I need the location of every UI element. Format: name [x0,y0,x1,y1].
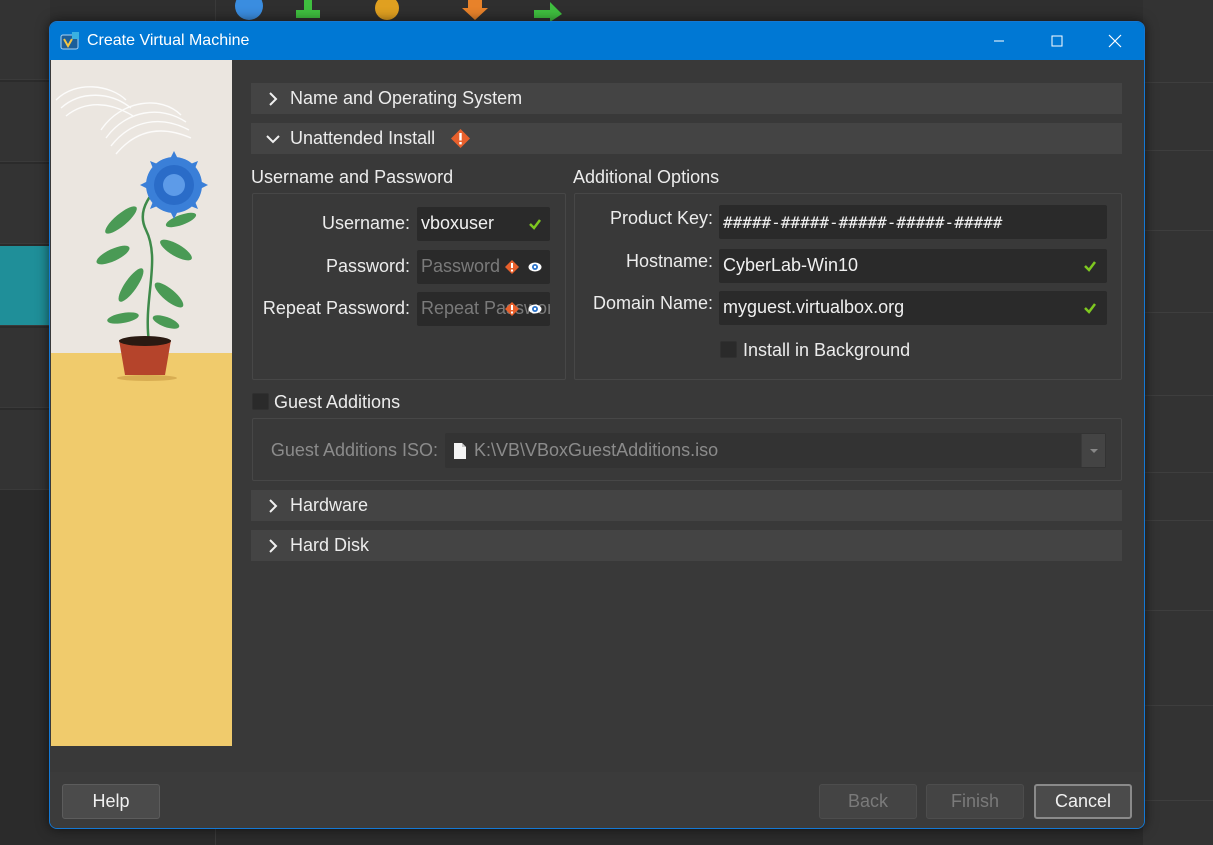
repeat-password-label: Repeat Password: [262,298,410,318]
password-field[interactable]: Password [417,250,550,284]
error-icon [505,302,519,316]
password-label: Password: [325,256,410,276]
install-in-background-label[interactable]: Install in Background [743,340,910,361]
section-name-os[interactable]: Name and Operating System [251,83,1122,114]
chevron-right-icon [269,539,278,553]
product-key-field[interactable]: #####-#####-#####-#####-##### [719,205,1107,239]
background-vm-list [0,0,50,845]
settings-icon [375,0,399,20]
valid-check-icon [529,219,541,230]
title-bar: Create Virtual Machine [50,22,1144,60]
guest-additions-label[interactable]: Guest Additions [274,392,400,413]
show-password-eye-icon[interactable] [528,302,542,316]
add-icon [296,0,320,18]
combobox-dropdown-arrow[interactable] [1081,434,1105,467]
section-hardware-label: Hardware [290,495,369,515]
vm-list-item[interactable] [0,82,50,162]
section-name-os-label: Name and Operating System [290,88,523,108]
section-hardware[interactable]: Hardware [251,490,1122,521]
file-icon [454,443,466,459]
domain-name-value: myguest.virtualbox.org [723,297,905,317]
credentials-group-title: Username and Password [251,167,454,187]
start-icon [534,2,562,22]
cancel-button[interactable]: Cancel [1034,784,1132,819]
section-unattended-label: Unattended Install [290,128,436,148]
section-hard-disk-label: Hard Disk [290,535,370,555]
new-vm-icon [235,0,263,20]
minimize-icon [994,40,1004,42]
hostname-label: Hostname: [625,251,713,271]
back-button[interactable]: Back [819,784,917,819]
guest-additions-iso-label: Guest Additions ISO: [270,440,438,460]
finish-button[interactable]: Finish [926,784,1024,819]
username-value: vboxuser [421,213,495,233]
close-button[interactable] [1086,22,1144,60]
vm-list-item[interactable] [0,410,50,490]
hostname-field[interactable]: CyberLab-Win10 [719,249,1107,283]
product-key-value: #####-#####-#####-#####-##### [723,213,1003,232]
hostname-value: CyberLab-Win10 [723,255,859,275]
error-icon [505,260,519,274]
section-hard-disk[interactable]: Hard Disk [251,530,1122,561]
show-password-eye-icon[interactable] [528,260,542,274]
username-label: Username: [321,213,410,233]
chevron-right-icon [269,92,278,106]
chevron-down-icon [1090,449,1098,453]
username-field[interactable]: vboxuser [417,207,550,241]
chevron-right-icon [269,499,278,513]
valid-check-icon [1084,303,1096,314]
domain-name-label: Domain Name: [592,293,713,313]
repeat-password-field[interactable]: Repeat Password [417,292,550,326]
options-group-title: Additional Options [573,167,720,187]
guest-additions-checkbox[interactable] [252,393,269,410]
password-placeholder: Password [421,256,501,276]
guest-additions-iso-combobox[interactable]: K:\VB\VBoxGuestAdditions.iso [445,433,1106,468]
domain-name-field[interactable]: myguest.virtualbox.org [719,291,1107,325]
vm-list-item[interactable] [0,164,50,244]
help-button[interactable]: Help [62,784,160,819]
valid-check-icon [1084,261,1096,272]
background-details-panel [1143,0,1213,845]
minimize-button[interactable] [970,22,1028,60]
close-icon [1108,34,1122,48]
wizard-illustration [51,60,232,746]
window-title: Create Virtual Machine [87,32,250,49]
virtualbox-icon [60,32,79,50]
product-key-label: Product Key: [609,208,713,228]
warning-icon [451,129,470,148]
install-in-background-checkbox[interactable] [720,341,737,358]
vm-list-item[interactable] [0,0,50,80]
discard-icon [462,0,488,20]
chevron-down-icon [266,135,280,144]
background-toolbar [0,0,1213,22]
section-unattended-install[interactable]: Unattended Install [251,123,1122,154]
maximize-button[interactable] [1028,22,1086,60]
vm-list-item[interactable] [0,328,50,408]
guest-additions-iso-value: K:\VB\VBoxGuestAdditions.iso [474,440,719,460]
create-vm-dialog: Create Virtual Machine Name and Operatin… [49,21,1145,829]
vm-list-item-selected[interactable] [0,246,50,326]
maximize-icon [1051,35,1063,47]
